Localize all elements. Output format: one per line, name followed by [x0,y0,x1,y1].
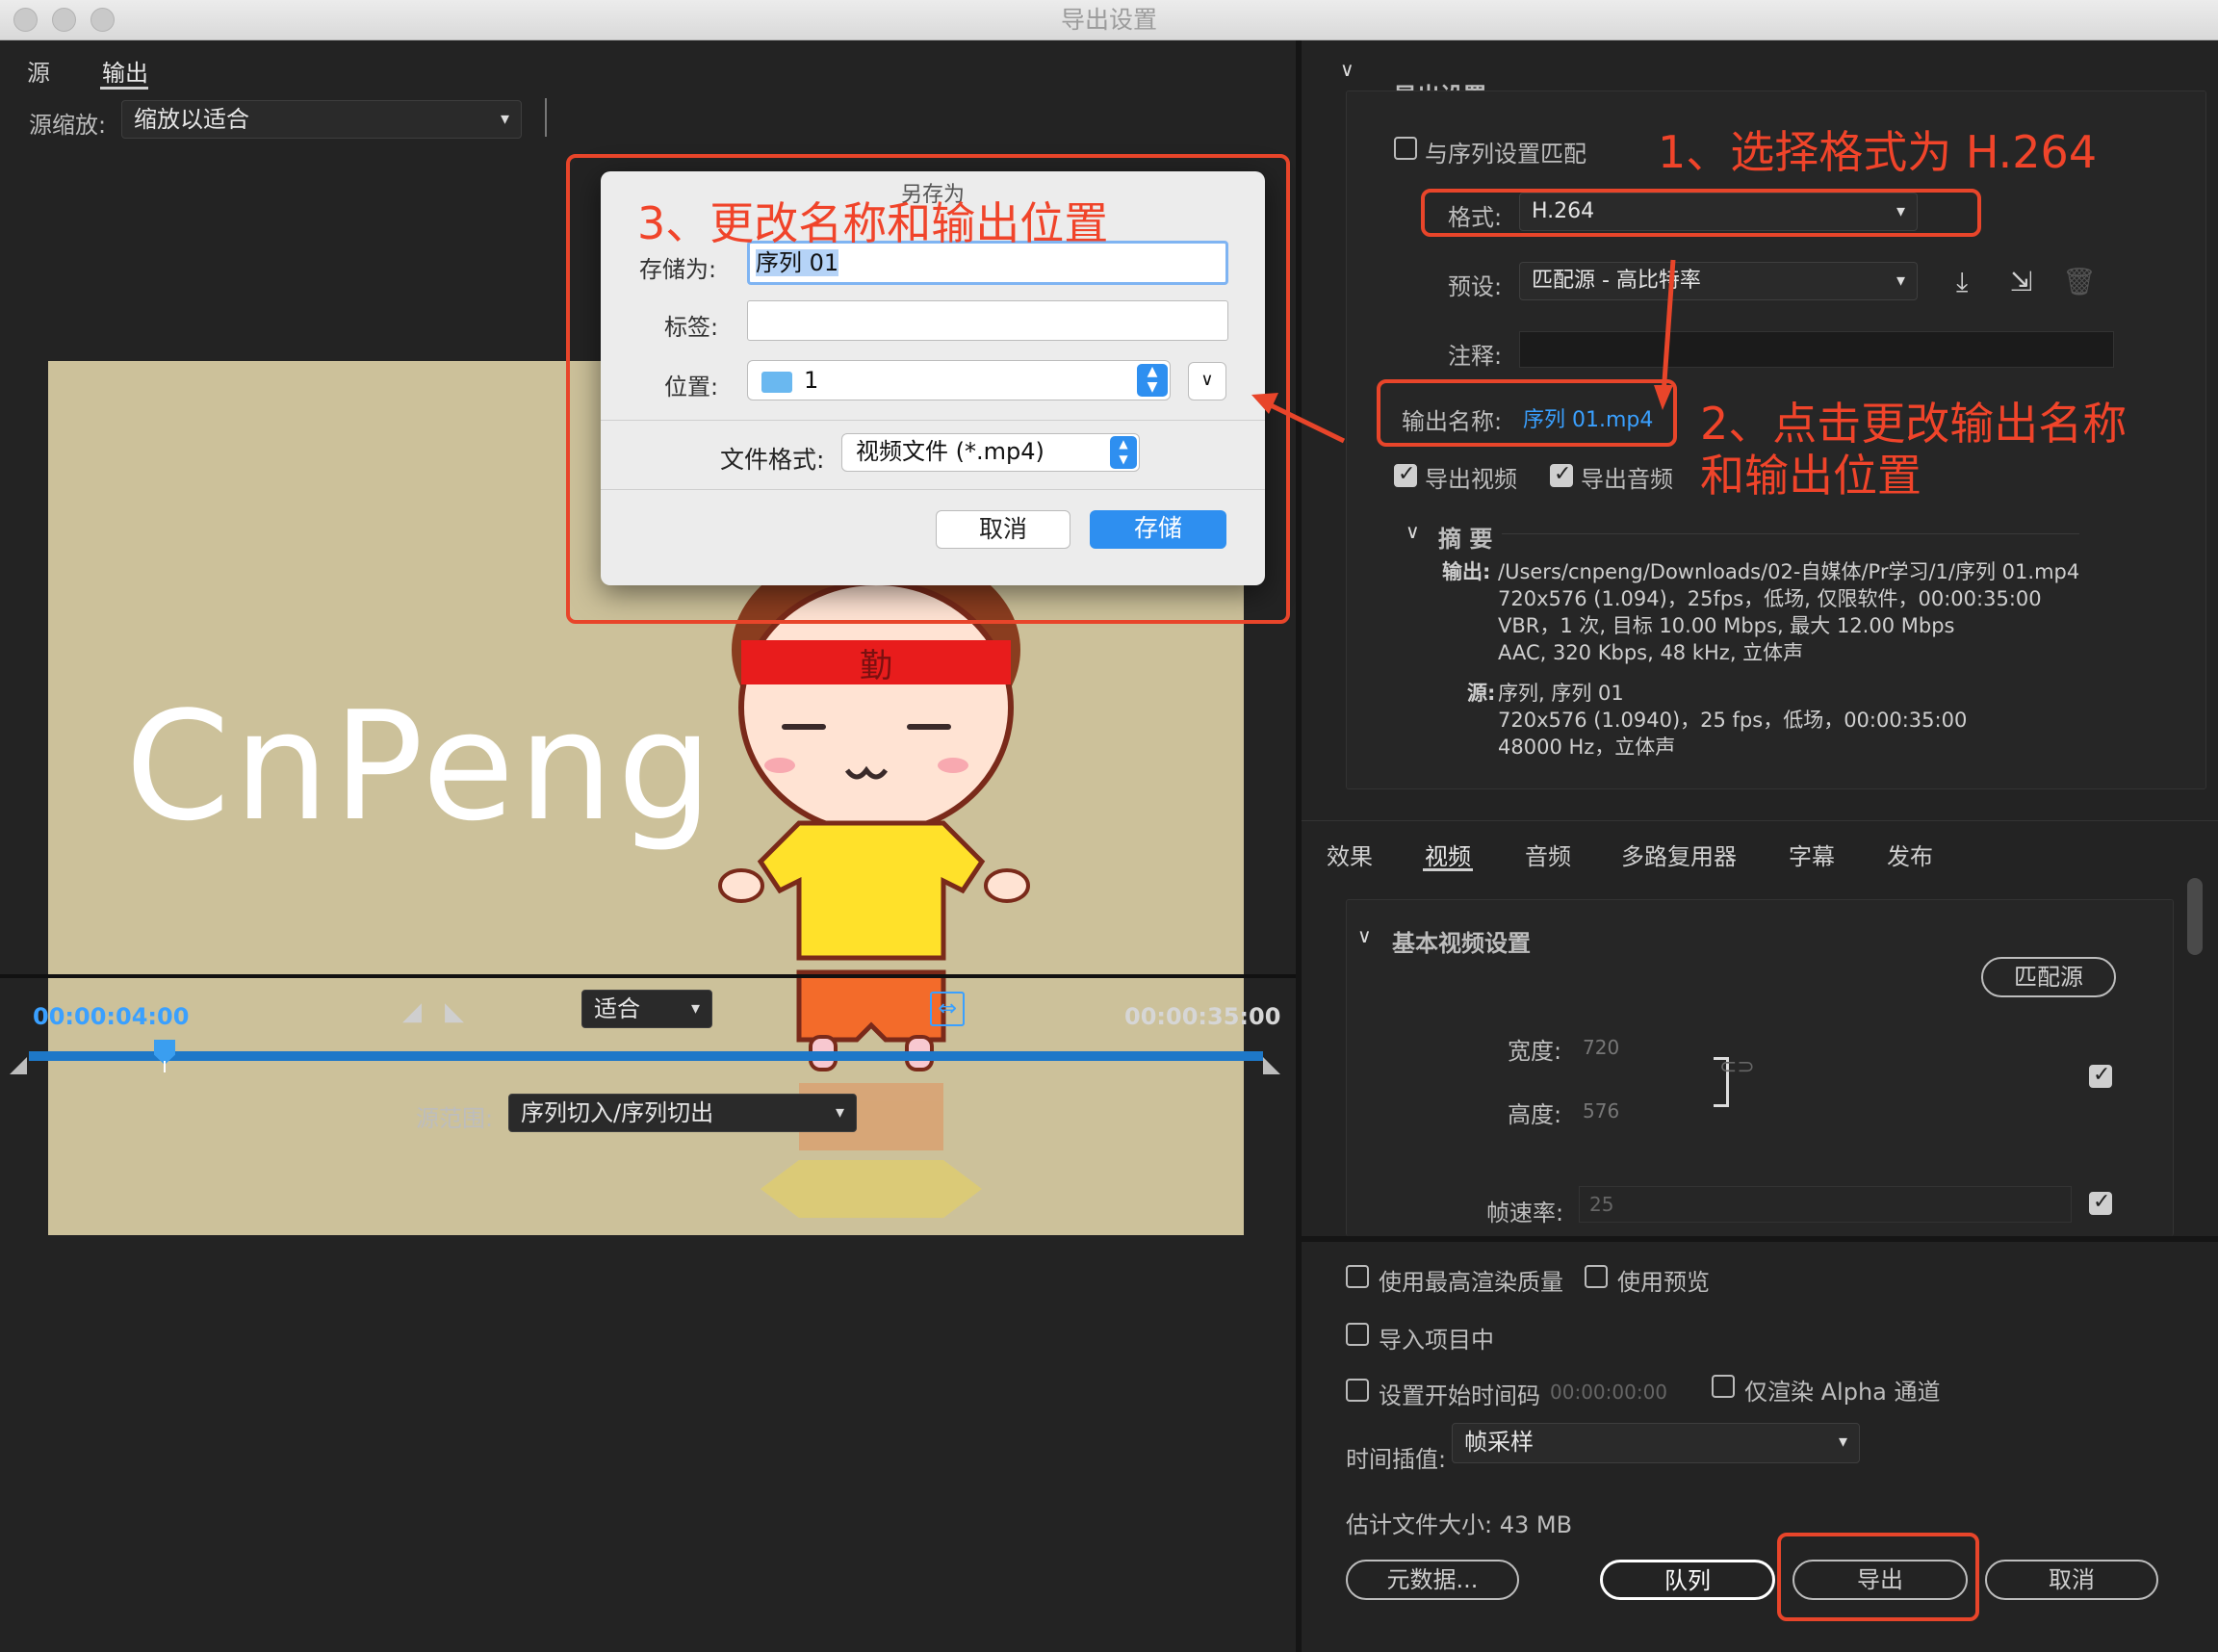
annotation-arrows [1251,259,1676,444]
